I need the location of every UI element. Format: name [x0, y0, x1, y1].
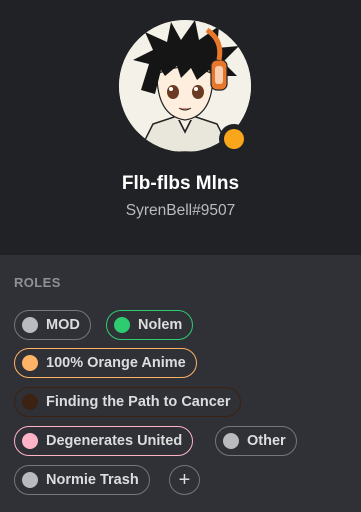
profile-header: Flb-flbs Mlns SyrenBell#9507	[0, 0, 361, 255]
role-color-dot[interactable]	[114, 317, 130, 333]
add-role-button[interactable]: +	[169, 465, 200, 495]
role-color-dot[interactable]	[22, 317, 38, 333]
role-pill-other[interactable]: Other	[215, 426, 297, 456]
role-pill-orange-anime[interactable]: 100% Orange Anime	[14, 348, 197, 378]
user-profile-popout: Flb-flbs Mlns SyrenBell#9507 ROLES MOD N…	[0, 0, 361, 512]
status-ring	[219, 124, 249, 154]
role-pill-degenerates-united[interactable]: Degenerates United	[14, 426, 194, 456]
role-color-dot[interactable]	[22, 355, 38, 371]
display-name: Flb-flbs Mlns	[121, 173, 240, 194]
roles-heading: ROLES	[14, 275, 61, 290]
role-pill-nolem[interactable]: Nolem	[106, 310, 194, 340]
role-label: Finding the Path to Cancer	[46, 394, 231, 410]
role-color-dot[interactable]	[22, 394, 38, 410]
role-pill-normie-trash[interactable]: Normie Trash	[14, 465, 150, 495]
username-tag: SyrenBell#9507	[125, 202, 236, 219]
avatar-container[interactable]	[119, 20, 251, 154]
role-color-dot[interactable]	[22, 433, 38, 449]
role-color-dot[interactable]	[223, 433, 239, 449]
idle-status-icon	[224, 129, 244, 149]
role-pill-finding-path[interactable]: Finding the Path to Cancer	[14, 387, 242, 417]
role-label: MOD	[46, 317, 80, 333]
role-label: Nolem	[138, 317, 183, 333]
role-pill-mod[interactable]: MOD	[14, 310, 91, 340]
role-label: 100% Orange Anime	[46, 355, 186, 371]
role-label: Degenerates United	[46, 433, 183, 449]
role-label: Other	[247, 433, 286, 449]
plus-icon: +	[178, 469, 191, 491]
role-label: Normie Trash	[46, 472, 139, 488]
role-color-dot[interactable]	[22, 472, 38, 488]
